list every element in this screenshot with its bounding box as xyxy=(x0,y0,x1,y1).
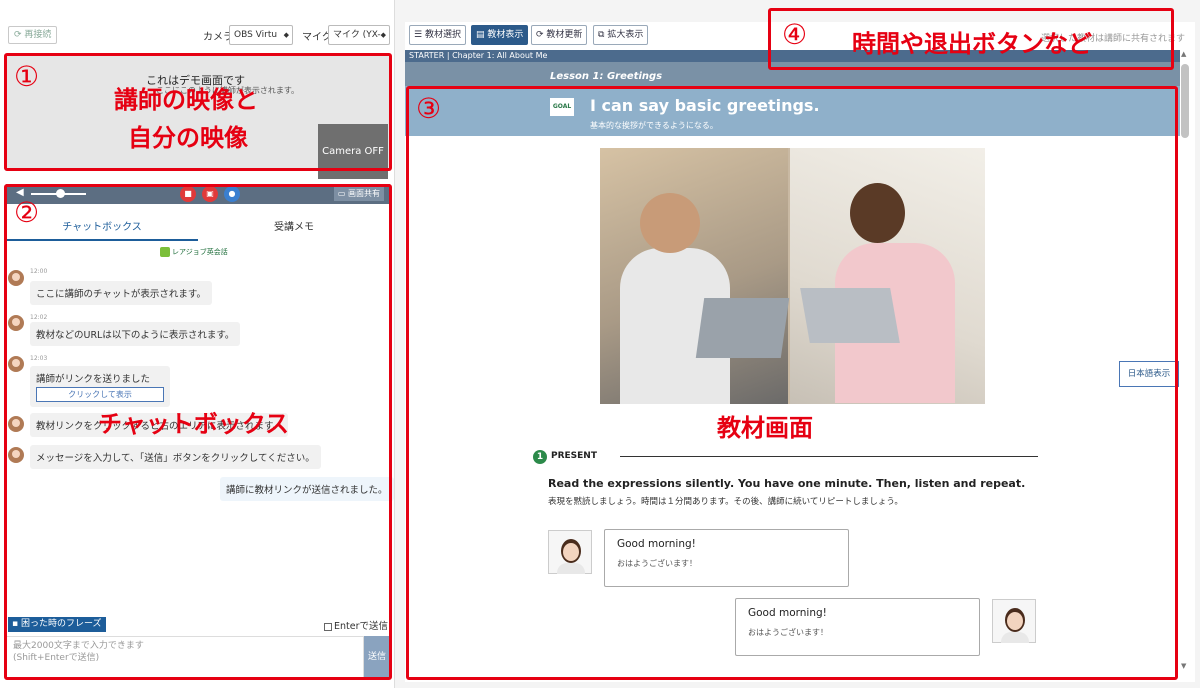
update-material-label: 教材更新 xyxy=(546,30,583,40)
annotation-number-4: ④ xyxy=(782,18,808,51)
reconnect-label: 再接続 xyxy=(24,30,52,40)
list-icon: ☰ xyxy=(414,30,423,40)
lesson-title: Lesson 1: Greetings xyxy=(550,71,663,82)
select-material-label: 教材選択 xyxy=(424,30,461,40)
scroll-up-icon[interactable]: ▲ xyxy=(1181,50,1186,58)
refresh-icon: ⟳ xyxy=(536,30,544,40)
select-material-button[interactable]: ☰ 教材選択 xyxy=(409,25,466,45)
annotation-number-1: ① xyxy=(14,60,40,93)
show-material-label: 教材表示 xyxy=(487,30,524,40)
app-root: ⟳ 再接続 カメラ OBS Virtu ◆ マイク マイク (YX- ◆ これはデモ… xyxy=(0,0,1200,688)
annotation-number-3: ③ xyxy=(416,92,442,125)
annotation-text-1b: 自分の映像 xyxy=(128,124,248,152)
zoom-button[interactable]: ⧉ 拡大表示 xyxy=(593,25,649,45)
annotation-text-3: 教材画面 xyxy=(717,414,813,442)
annotation-text-1a: 講師の映像と xyxy=(114,86,258,114)
scroll-down-icon[interactable]: ▼ xyxy=(1181,662,1186,670)
annotation-text-4: 時間や退出ボタンなど xyxy=(852,30,1092,58)
material-scrollbar[interactable]: ▲ ▼ xyxy=(1180,50,1190,680)
annotation-box-3 xyxy=(406,86,1178,680)
mic-select[interactable]: マイク (YX- ◆ xyxy=(328,25,390,45)
scroll-thumb[interactable] xyxy=(1181,64,1189,138)
device-toolbar: ⟳ 再接続 カメラ OBS Virtu ◆ マイク マイク (YX- ◆ xyxy=(0,22,395,48)
camera-select[interactable]: OBS Virtu ◆ xyxy=(229,25,293,45)
update-material-button[interactable]: ⟳ 教材更新 xyxy=(531,25,588,45)
book-icon: ▤ xyxy=(476,30,485,40)
camera-select-value: OBS Virtu xyxy=(234,30,278,40)
annotation-number-2: ② xyxy=(14,196,40,229)
select-arrow-icon: ◆ xyxy=(380,31,386,39)
zoom-label: 拡大表示 xyxy=(607,30,644,40)
refresh-icon: ⟳ xyxy=(14,30,22,40)
show-material-button[interactable]: ▤ 教材表示 xyxy=(471,25,529,45)
mic-select-value: マイク (YX- xyxy=(333,30,381,40)
select-arrow-icon: ◆ xyxy=(283,31,289,39)
annotation-text-2: チャットボックス xyxy=(98,410,290,438)
reconnect-button[interactable]: ⟳ 再接続 xyxy=(8,26,58,44)
external-link-icon: ⧉ xyxy=(598,30,605,40)
